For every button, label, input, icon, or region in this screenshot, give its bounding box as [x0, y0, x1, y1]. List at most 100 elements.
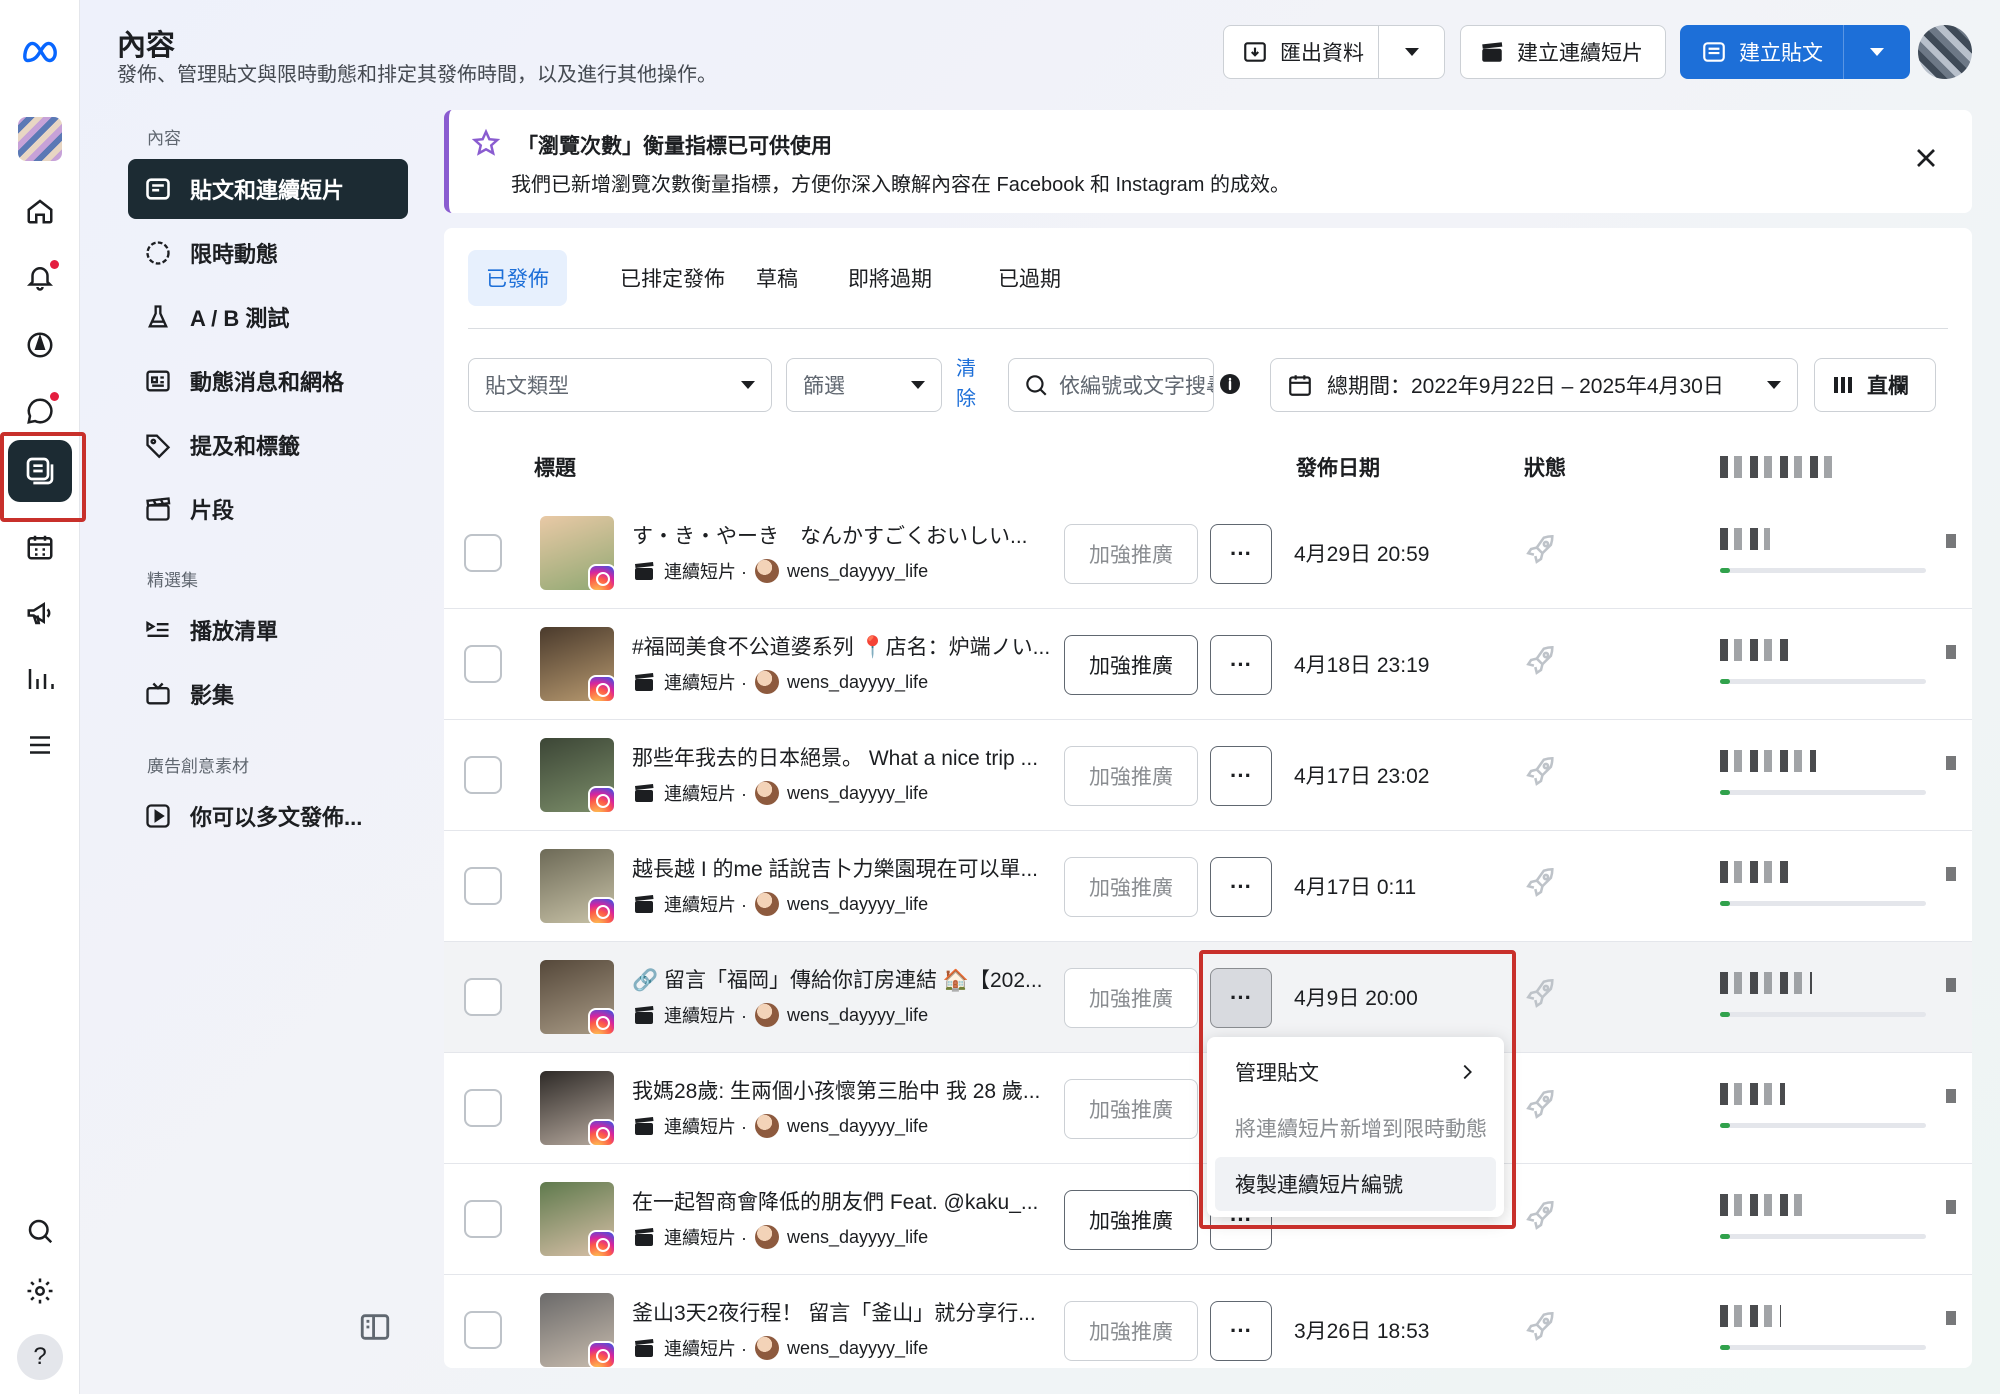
menu-icon[interactable]: [17, 722, 63, 768]
boost-button[interactable]: 加強推廣: [1064, 524, 1198, 584]
row-checkbox[interactable]: [464, 756, 502, 794]
tab-drafts[interactable]: 草稿: [738, 250, 816, 306]
post-title[interactable]: 我媽28歲: 生兩個小孩懷第三胎中 我 28 歲...: [632, 1075, 1052, 1105]
chevron-down-icon: [1767, 381, 1781, 389]
collapse-panel-icon[interactable]: [358, 1310, 392, 1344]
row-checkbox[interactable]: [464, 534, 502, 572]
post-thumbnail[interactable]: [540, 738, 614, 812]
post-thumbnail[interactable]: [540, 516, 614, 590]
publish-date: 4月29日 20:59: [1294, 543, 1430, 566]
nav-item-posts-reels[interactable]: 貼文和連續短片: [128, 159, 408, 219]
tab-published[interactable]: 已發佈: [468, 250, 567, 306]
clear-filters-link[interactable]: 清除: [956, 354, 980, 414]
date-range-select[interactable]: 總期間：2022年9月22日 – 2025年4月30日: [1270, 358, 1798, 412]
row-checkbox[interactable]: [464, 978, 502, 1016]
column-header-date[interactable]: 發佈日期: [1296, 452, 1380, 482]
info-icon[interactable]: [1218, 372, 1242, 396]
table-row[interactable]: 釜山3天2夜行程！ 留言「釜山」就分享行... 連續短片 · wens_dayy…: [444, 1275, 1972, 1368]
post-title[interactable]: 越長越 I 的me 話說吉卜力樂園現在可以單...: [632, 853, 1052, 883]
create-reel-button[interactable]: 建立連續短片: [1460, 25, 1666, 79]
post-meta: 連續短片 · wens_dayyyy_life: [632, 1335, 928, 1361]
columns-button[interactable]: 直欄: [1814, 358, 1936, 412]
boost-button[interactable]: 加強推廣: [1064, 746, 1198, 806]
boost-button[interactable]: 加強推廣: [1064, 635, 1198, 695]
tab-scheduled[interactable]: 已排定發佈: [602, 250, 743, 306]
nav-item-series[interactable]: 影集: [128, 664, 408, 724]
compass-icon[interactable]: [17, 322, 63, 368]
meta-logo-icon[interactable]: [17, 28, 63, 74]
table-row[interactable]: 那些年我去的日本絕景。 What a nice trip ... 連續短片 · …: [444, 720, 1972, 831]
left-rail: ?: [0, 0, 80, 1394]
profile-avatar[interactable]: [1918, 25, 1972, 79]
create-post-button[interactable]: 建立貼文: [1680, 25, 1910, 79]
rocket-status-icon: [1526, 1311, 1554, 1341]
chevron-down-icon: [741, 381, 755, 389]
search-icon[interactable]: [17, 1208, 63, 1254]
post-title[interactable]: #福岡美食不公道婆系列 📍店名：炉端ノい...: [632, 631, 1052, 661]
row-checkbox[interactable]: [464, 1089, 502, 1127]
nav-item-ab-test[interactable]: A / B 測試: [128, 287, 408, 347]
insights-icon[interactable]: [17, 656, 63, 702]
nav-item-multi-publish[interactable]: 你可以多文發佈...: [128, 786, 408, 846]
help-icon[interactable]: ?: [17, 1334, 63, 1380]
row-checkbox[interactable]: [464, 645, 502, 683]
post-type-select[interactable]: 貼文類型: [468, 358, 772, 412]
filter-select[interactable]: 篩選: [786, 358, 942, 412]
table-row[interactable]: 越長越 I 的me 話說吉卜力樂園現在可以單... 連續短片 · wens_da…: [444, 831, 1972, 942]
post-title[interactable]: 釜山3天2夜行程！ 留言「釜山」就分享行...: [632, 1297, 1052, 1327]
column-header-status[interactable]: 狀態: [1524, 452, 1566, 482]
post-thumbnail[interactable]: [540, 1071, 614, 1145]
row-checkbox[interactable]: [464, 1200, 502, 1238]
boost-button[interactable]: 加強推廣: [1064, 1079, 1198, 1139]
table-row[interactable]: #福岡美食不公道婆系列 📍店名：炉端ノい... 連續短片 · wens_dayy…: [444, 609, 1972, 720]
post-meta: 連續短片 · wens_dayyyy_life: [632, 1113, 928, 1139]
export-dropdown-caret-icon[interactable]: [1379, 48, 1444, 56]
megaphone-icon[interactable]: [17, 590, 63, 636]
row-checkbox[interactable]: [464, 867, 502, 905]
nav-item-mentions-tags[interactable]: 提及和標籤: [128, 415, 408, 475]
nav-item-label: 限時動態: [190, 242, 279, 267]
page-avatar-icon[interactable]: [17, 116, 63, 162]
boost-button[interactable]: 加強推廣: [1064, 1190, 1198, 1250]
create-post-caret-icon[interactable]: [1844, 48, 1909, 56]
post-thumbnail[interactable]: [540, 1182, 614, 1256]
notifications-icon[interactable]: [17, 254, 63, 300]
views-metric-banner: 「瀏覽次數」衡量指標已可供使用 我們已新增瀏覽次數衡量指標，方便你深入瞭解內容在…: [444, 110, 1972, 213]
nav-item-feed-grid[interactable]: 動態消息和網格: [128, 351, 408, 411]
messages-icon[interactable]: [17, 388, 63, 434]
metric-bar: [1720, 1234, 1926, 1239]
more-options-button[interactable]: ···: [1210, 635, 1272, 695]
boost-button[interactable]: 加強推廣: [1064, 968, 1198, 1028]
close-icon[interactable]: [1910, 142, 1942, 174]
more-options-button[interactable]: ···: [1210, 1301, 1272, 1361]
boost-button[interactable]: 加強推廣: [1064, 857, 1198, 917]
account-avatar: [755, 1114, 779, 1138]
more-options-button[interactable]: ···: [1210, 746, 1272, 806]
more-options-button[interactable]: ···: [1210, 524, 1272, 584]
more-options-button[interactable]: ···: [1210, 857, 1272, 917]
search-input[interactable]: 依編號或文字搜尋: [1008, 358, 1214, 412]
post-title[interactable]: 在一起智商會降低的朋友們 Feat. @kaku_...: [632, 1186, 1052, 1216]
post-title[interactable]: 那些年我去的日本絕景。 What a nice trip ...: [632, 742, 1052, 772]
export-data-button[interactable]: 匯出資料: [1223, 25, 1445, 79]
tab-expired[interactable]: 已過期: [980, 250, 1079, 306]
nav-item-clips[interactable]: 片段: [128, 479, 408, 539]
post-type: 連續短片 ·: [664, 1339, 747, 1359]
post-thumbnail[interactable]: [540, 627, 614, 701]
post-title[interactable]: す・き・やーき なんかすごくおいしい...: [632, 520, 1052, 550]
row-checkbox[interactable]: [464, 1311, 502, 1349]
column-header-title[interactable]: 標題: [534, 452, 576, 482]
post-title[interactable]: 🔗 留言「福岡」傳給你訂房連結 🏠【202...: [632, 964, 1052, 994]
calendar-icon[interactable]: [17, 524, 63, 570]
nav-item-playlists[interactable]: 播放清單: [128, 600, 408, 660]
post-thumbnail[interactable]: [540, 1293, 614, 1367]
home-icon[interactable]: [17, 188, 63, 234]
boost-button[interactable]: 加強推廣: [1064, 1301, 1198, 1361]
post-thumbnail[interactable]: [540, 960, 614, 1034]
post-thumbnail[interactable]: [540, 849, 614, 923]
settings-gear-icon[interactable]: [17, 1268, 63, 1314]
table-row[interactable]: す・き・やーき なんかすごくおいしい... 連續短片 · wens_dayyyy…: [444, 498, 1972, 609]
tab-expiring[interactable]: 即將過期: [830, 250, 950, 306]
nav-item-stories[interactable]: 限時動態: [128, 223, 408, 283]
date-range-label: 總期間：2022年9月22日 – 2025年4月30日: [1327, 375, 1724, 398]
